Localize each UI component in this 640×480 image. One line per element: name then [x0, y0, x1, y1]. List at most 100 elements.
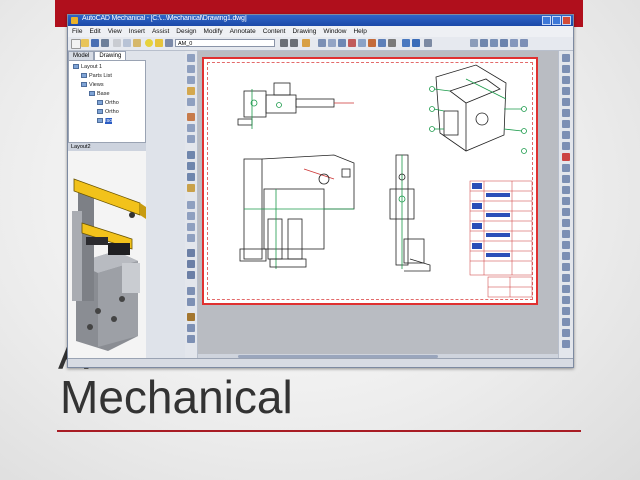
menu-content[interactable]: Content: [263, 26, 286, 37]
paste-icon[interactable]: [133, 39, 141, 47]
menu-file[interactable]: File: [72, 26, 82, 37]
tree-item-parts-list[interactable]: Parts List: [81, 73, 112, 79]
zoom-extents-icon[interactable]: [510, 39, 518, 47]
diameter-dim-icon[interactable]: [562, 98, 570, 106]
layer-sun-icon[interactable]: [155, 39, 163, 47]
ortho-icon[interactable]: [328, 39, 336, 47]
revision-icon[interactable]: [562, 340, 570, 348]
linear-dim-icon[interactable]: [562, 65, 570, 73]
dimension-icon[interactable]: [318, 39, 326, 47]
trim-icon[interactable]: [187, 151, 195, 159]
scale-icon[interactable]: [187, 249, 195, 257]
view-icon[interactable]: [388, 39, 396, 47]
tree-item-ortho-2[interactable]: Ortho: [97, 109, 119, 115]
delete-icon[interactable]: [562, 153, 570, 161]
break-icon[interactable]: [187, 271, 195, 279]
menu-view[interactable]: View: [108, 26, 122, 37]
tab-model[interactable]: Model: [68, 51, 95, 60]
minimize-button[interactable]: [542, 16, 551, 25]
extend-icon[interactable]: [187, 162, 195, 170]
chamfer-icon[interactable]: [187, 135, 195, 143]
layer-lock-icon[interactable]: [165, 39, 173, 47]
offset-icon[interactable]: [187, 173, 195, 181]
rotate-icon[interactable]: [187, 234, 195, 242]
menu-modify[interactable]: Modify: [204, 26, 223, 37]
design-center-icon[interactable]: [412, 39, 420, 47]
tree-item-layout1[interactable]: Layout 1: [73, 64, 102, 70]
fillet-icon[interactable]: [187, 124, 195, 132]
ordinate-dim-icon[interactable]: [562, 120, 570, 128]
balloon-icon[interactable]: [348, 39, 356, 47]
break-line-icon[interactable]: [562, 329, 570, 337]
balloon-tool-icon[interactable]: [562, 241, 570, 249]
aligned-dim-icon[interactable]: [562, 76, 570, 84]
new-file-icon[interactable]: [71, 39, 81, 49]
rectangle-icon[interactable]: [187, 98, 195, 106]
open-folder-icon[interactable]: [81, 39, 89, 47]
erase-icon[interactable]: [187, 298, 195, 306]
detail-view-icon[interactable]: [562, 307, 570, 315]
tree-item-layout2[interactable]: Layout2: [68, 143, 146, 151]
center-mark-icon[interactable]: [562, 175, 570, 183]
section-view-icon[interactable]: [562, 318, 570, 326]
hatch-icon[interactable]: [187, 113, 195, 121]
menu-insert[interactable]: Insert: [129, 26, 145, 37]
menu-edit[interactable]: Edit: [89, 26, 100, 37]
zoom-realtime-icon[interactable]: [480, 39, 488, 47]
cut-icon[interactable]: [113, 39, 121, 47]
menu-window[interactable]: Window: [323, 26, 346, 37]
arrange-dim-icon[interactable]: [562, 285, 570, 293]
properties-icon[interactable]: [402, 39, 410, 47]
symbol-icon[interactable]: [368, 39, 376, 47]
tab-drawing[interactable]: Drawing: [94, 51, 127, 60]
tree-item-iso[interactable]: Iso: [97, 118, 113, 124]
menu-drawing[interactable]: Drawing: [292, 26, 316, 37]
save-icon[interactable]: [91, 39, 99, 47]
menu-assist[interactable]: Assist: [152, 26, 169, 37]
circle-icon[interactable]: [187, 87, 195, 95]
maximize-button[interactable]: [552, 16, 561, 25]
close-button[interactable]: [562, 16, 571, 25]
note-icon[interactable]: [562, 230, 570, 238]
hatch-edit-icon[interactable]: [562, 296, 570, 304]
datum-icon[interactable]: [562, 208, 570, 216]
undo-icon[interactable]: [280, 39, 288, 47]
hole-icon[interactable]: [378, 39, 386, 47]
weld-symbol-icon[interactable]: [562, 197, 570, 205]
tree-item-ortho-1[interactable]: Ortho: [97, 100, 119, 106]
continue-dim-icon[interactable]: [562, 142, 570, 150]
text-icon[interactable]: [187, 184, 195, 192]
copy-icon[interactable]: [123, 39, 131, 47]
edit-dim-icon[interactable]: [562, 274, 570, 282]
line-icon[interactable]: [187, 54, 195, 62]
layer-bulb-icon[interactable]: [145, 39, 153, 47]
print-icon[interactable]: [101, 39, 109, 47]
tree-item-views[interactable]: Views: [81, 82, 104, 88]
explode-icon[interactable]: [187, 287, 195, 295]
power-dim-icon[interactable]: [562, 263, 570, 271]
mirror-icon[interactable]: [187, 201, 195, 209]
baseline-dim-icon[interactable]: [562, 131, 570, 139]
block-icon[interactable]: [187, 313, 195, 321]
snap-icon[interactable]: [338, 39, 346, 47]
angular-dim-icon[interactable]: [562, 109, 570, 117]
layer-combo[interactable]: AM_0: [175, 39, 275, 47]
move-icon[interactable]: [187, 223, 195, 231]
region-icon[interactable]: [187, 335, 195, 343]
leader-icon[interactable]: [562, 54, 570, 62]
zoom-previous-icon[interactable]: [500, 39, 508, 47]
zoom-all-icon[interactable]: [520, 39, 528, 47]
redo-icon[interactable]: [290, 39, 298, 47]
menu-help[interactable]: Help: [353, 26, 366, 37]
insert-icon[interactable]: [187, 324, 195, 332]
tolerance-icon[interactable]: [562, 164, 570, 172]
tree-item-base[interactable]: Base: [89, 91, 110, 97]
radius-dim-icon[interactable]: [562, 87, 570, 95]
zoom-window-icon[interactable]: [490, 39, 498, 47]
bom-icon[interactable]: [562, 252, 570, 260]
menu-design[interactable]: Design: [176, 26, 196, 37]
drawing-canvas[interactable]: [198, 51, 558, 354]
help-icon[interactable]: [424, 39, 432, 47]
stretch-icon[interactable]: [187, 260, 195, 268]
menu-annotate[interactable]: Annotate: [230, 26, 256, 37]
